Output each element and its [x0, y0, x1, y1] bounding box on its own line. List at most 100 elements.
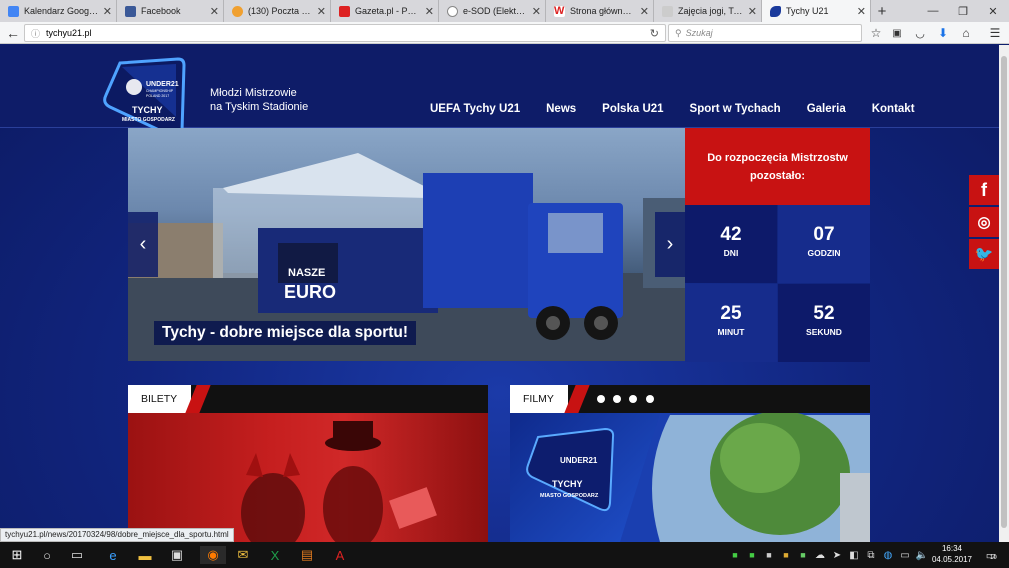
tab-strip: Kalendarz Google - T... ✕ Facebook ✕ (130)… [0, 0, 1009, 22]
filmy-video-thumbnail[interactable]: UNDER21 TYCHY MIASTO GOSPODARZ [510, 413, 870, 542]
countdown-value: 52 [813, 303, 835, 324]
system-clock[interactable]: 16:34 04.05.2017 [930, 543, 974, 565]
close-window-icon[interactable]: ✕ [978, 0, 1008, 22]
logo-under21: UNDER21 [560, 456, 598, 465]
tab-label: Zajęcia jogi, Tychy, gr... [678, 6, 744, 16]
tab-esod[interactable]: e-SOD (Elektroni... ✕ [439, 0, 546, 22]
cloud-icon[interactable]: ☁ [811, 546, 829, 564]
tab-poczta[interactable]: (130) Poczta w O... ✕ [224, 0, 331, 22]
windows-start-icon[interactable]: ⊞ [8, 546, 26, 564]
mail-icon[interactable]: ✉ [234, 546, 252, 564]
minimize-icon[interactable]: — [918, 0, 948, 22]
acrobat-icon[interactable]: A [331, 546, 349, 564]
close-tab-icon[interactable]: ✕ [317, 5, 326, 18]
tray-icon[interactable]: ◍ [879, 546, 897, 564]
bilety-image[interactable] [128, 413, 488, 542]
bilety-header[interactable]: BILETY [128, 385, 488, 413]
send-icon[interactable]: ➤ [828, 546, 846, 564]
carousel-dot[interactable] [629, 395, 637, 403]
facebook-icon [125, 5, 136, 17]
tab-strona[interactable]: W Strona główna | ... ✕ [546, 0, 654, 22]
search-icon[interactable]: ○ [38, 546, 56, 564]
close-tab-icon[interactable]: ✕ [103, 5, 112, 18]
logo-city: TYCHY [132, 105, 163, 115]
slider-prev-button[interactable]: ‹ [128, 212, 158, 277]
pocket-icon[interactable]: ◡ [912, 25, 928, 41]
close-tab-icon[interactable]: ✕ [210, 5, 219, 18]
clock-time: 16:34 [941, 544, 963, 553]
tab-kalendarz[interactable]: Kalendarz Google - T... ✕ [0, 0, 117, 22]
close-tab-icon[interactable]: ✕ [425, 5, 434, 18]
instagram-icon[interactable]: ◎ [969, 207, 999, 237]
file-explorer-icon[interactable]: ▬ [136, 546, 154, 564]
google-calendar-icon [8, 5, 19, 17]
edge-icon[interactable]: e [104, 546, 122, 564]
close-tab-icon[interactable]: ✕ [748, 5, 757, 18]
url-bar[interactable]: ⓘ tychyu21.pl ↻ [24, 24, 666, 42]
store-icon[interactable]: ▣ [168, 546, 186, 564]
volume-icon[interactable]: 🔈 [913, 546, 931, 564]
countdown-days: 42 DNI [685, 205, 777, 283]
maximize-icon[interactable]: ❐ [948, 0, 978, 22]
facebook-icon[interactable]: f [969, 175, 999, 205]
clock-date: 04.05.2017 [931, 555, 973, 564]
download-icon[interactable]: ⬇ [935, 25, 951, 41]
firefox-icon[interactable]: ◉ [200, 546, 226, 564]
excel-icon[interactable]: X [266, 546, 284, 564]
status-bar-url: tychyu21.pl/news/20170324/98/dobre_miejs… [0, 528, 234, 542]
reading-list-icon[interactable]: ▣ [889, 25, 905, 41]
carousel-dot[interactable] [646, 395, 654, 403]
new-tab-button[interactable]: + [871, 0, 893, 22]
app-icon[interactable]: ▤ [298, 546, 316, 564]
carousel-dot[interactable] [613, 395, 621, 403]
logo-under21: UNDER21 [146, 81, 179, 88]
bookmark-star-icon[interactable]: ☆ [868, 25, 884, 41]
battery-icon[interactable]: ▭ [896, 546, 914, 564]
tray-icon[interactable]: ■ [777, 546, 795, 564]
tray-icon[interactable]: ■ [726, 546, 744, 564]
search-input[interactable]: ⚲ Szukaj [668, 24, 862, 42]
filmy-header[interactable]: FILMY [510, 385, 870, 413]
tab-joga[interactable]: Zajęcia jogi, Tychy, gr... ✕ [654, 0, 762, 22]
trophy-icon [126, 79, 142, 95]
menu-kontakt[interactable]: Kontakt [872, 103, 915, 115]
slider-next-button[interactable]: › [655, 212, 685, 277]
twitter-icon[interactable]: 🐦 [969, 239, 999, 269]
tab-facebook[interactable]: Facebook ✕ [117, 0, 224, 22]
back-icon[interactable]: ← [5, 25, 21, 41]
tray-icon[interactable]: ■ [794, 546, 812, 564]
tagline-line: Młodzi Mistrzowie [210, 87, 297, 99]
menu-galeria[interactable]: Galeria [807, 103, 846, 115]
tab-label: Tychy U21 [786, 6, 829, 16]
menu-uefa-tychy[interactable]: UEFA Tychy U21 [430, 103, 520, 115]
tray-icon[interactable]: ■ [760, 546, 778, 564]
task-view-icon[interactable]: ▭ [68, 546, 86, 564]
countdown-hours: 07 GODZIN [778, 205, 870, 283]
menu-sport[interactable]: Sport w Tychach [690, 103, 781, 115]
tab-label: Kalendarz Google - T... [24, 6, 99, 16]
tagline-line: na Tyskim Stadionie [210, 101, 309, 113]
carousel-dot[interactable] [597, 395, 605, 403]
menu-news[interactable]: News [546, 103, 576, 115]
info-icon[interactable]: ⓘ [31, 27, 40, 40]
home-icon[interactable]: ⌂ [958, 25, 974, 41]
tray-icon[interactable]: ⧉ [862, 546, 880, 564]
search-placeholder: Szukaj [685, 28, 713, 38]
countdown-heading: Do rozpoczęcia Mistrzostw pozostało: [685, 128, 870, 205]
tab-tychy-u21[interactable]: Tychy U21 ✕ [762, 0, 871, 22]
close-tab-icon[interactable]: ✕ [532, 5, 541, 18]
w-logo-icon: W [554, 4, 565, 17]
logo-championship: CHAMPIONSHIP [146, 89, 174, 93]
menu-polska-u21[interactable]: Polska U21 [602, 103, 663, 115]
close-tab-icon[interactable]: ✕ [640, 5, 649, 18]
close-tab-icon[interactable]: ✕ [857, 5, 866, 18]
tab-label: (130) Poczta w O... [248, 6, 313, 16]
navigation-bar: ← ⓘ tychyu21.pl ↻ ⚲ Szukaj ☆ ▣ ◡ ⬇ ⌂ ☰ [0, 22, 1009, 44]
menu-icon[interactable]: ☰ [987, 25, 1003, 41]
tray-icon[interactable]: ■ [743, 546, 761, 564]
slide-caption[interactable]: Tychy - dobre miejsce dla sportu! [154, 321, 417, 345]
tray-icon[interactable]: ◧ [845, 546, 863, 564]
tab-gazeta[interactable]: Gazeta.pl - Polsk... ✕ [331, 0, 439, 22]
scrollbar-thumb[interactable] [1001, 56, 1007, 528]
reload-icon[interactable]: ↻ [650, 27, 659, 40]
